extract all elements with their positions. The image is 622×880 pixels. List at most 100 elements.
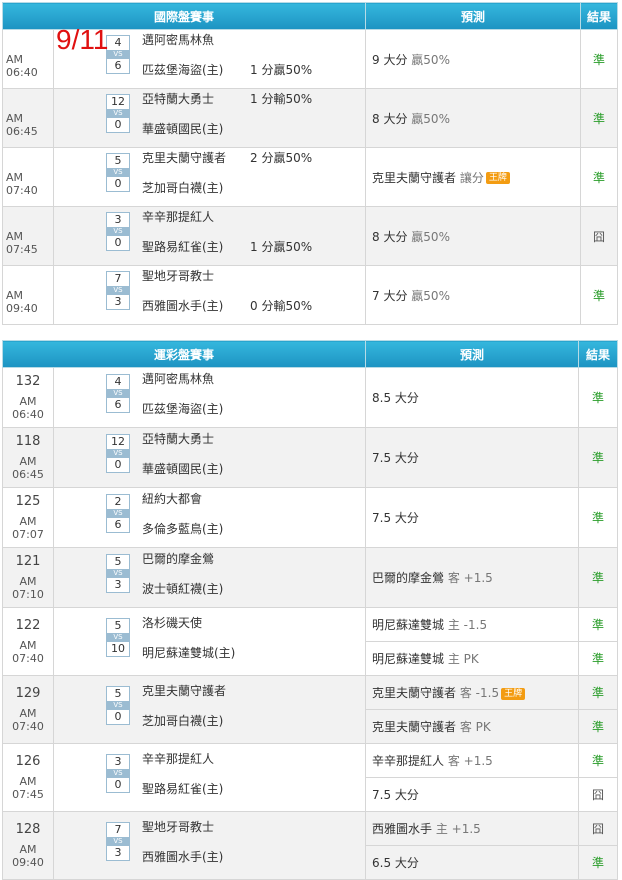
away-team[interactable]: 邁阿密馬林魚 — [142, 370, 214, 387]
match-time: AM 07:40 — [12, 707, 44, 733]
vs-label: VS — [107, 768, 129, 778]
away-team[interactable]: 亞特蘭大勇士 — [142, 90, 214, 107]
home-team[interactable]: 芝加哥白襪(主) — [142, 712, 223, 729]
away-team[interactable]: 紐約大都會 — [142, 490, 202, 507]
match-time: AM 06:45 — [6, 112, 38, 138]
away-team[interactable]: 邁阿密馬林魚 — [142, 31, 214, 48]
home-score: 0 — [114, 118, 122, 131]
home-team[interactable]: 多倫多藍鳥(主) — [142, 520, 223, 537]
away-score: 7 — [114, 272, 122, 285]
home-team[interactable]: 聖路易紅雀(主) — [142, 238, 223, 255]
match-cell: 7 VS 3 聖地牙哥教士 西雅圖水手(主) 0 分輸50% — [52, 265, 367, 325]
home-team[interactable]: 波士頓紅襪(主) — [142, 580, 223, 597]
away-team[interactable]: 克里夫蘭守護者 — [142, 149, 226, 166]
score-box: 5 VS 0 — [106, 685, 130, 725]
home-score: 0 — [114, 709, 122, 723]
prediction-detail: 贏50% — [411, 52, 450, 67]
handicap-result: 2 分贏50% — [250, 151, 313, 165]
away-team[interactable]: 辛辛那提紅人 — [142, 750, 214, 767]
ace-badge: 王牌 — [501, 687, 526, 700]
result-cell: 準 — [580, 88, 619, 148]
result-cell: 準 — [580, 265, 619, 325]
prediction-detail: 贏50% — [411, 111, 450, 126]
away-team[interactable]: 聖地牙哥教士 — [142, 267, 214, 284]
match-number: 126 — [15, 754, 41, 769]
prediction-detail: 客 +1.5 — [447, 571, 493, 585]
away-team[interactable]: 辛辛那提紅人 — [142, 208, 214, 225]
prediction-detail: 主 PK — [447, 652, 479, 666]
home-team[interactable]: 明尼蘇達雙城(主) — [142, 644, 235, 661]
prediction-cell: 巴爾的摩金鶯 客 +1.5 — [365, 547, 580, 608]
lottery-header-pred: 預測 — [365, 340, 580, 368]
home-team[interactable]: 芝加哥白襪(主) — [142, 179, 223, 196]
vs-label: VS — [107, 508, 129, 518]
result-cell: 準 — [580, 29, 619, 89]
prediction-text: 8 大分 — [372, 111, 408, 126]
home-team[interactable]: 華盛頓國民(主) — [142, 120, 223, 137]
away-team[interactable]: 亞特蘭大勇士 — [142, 430, 214, 447]
home-team[interactable]: 華盛頓國民(主) — [142, 460, 223, 477]
vs-label: VS — [107, 286, 129, 295]
home-team[interactable]: 匹茲堡海盜(主) — [142, 400, 223, 417]
intl-row: AM 09:40 7 VS 3 聖地牙哥教士 西雅圖水手(主) 0 分輸50% 7 大分 贏5… — [2, 265, 619, 325]
lottery-row: 126 AM 07:45 3 VS 0 辛辛那提紅人 聖路易紅雀(主) 辛辛那提紅人 客 +1… — [2, 743, 619, 812]
match-info: 7 VS 3 聖地牙哥教士 西雅圖水手(主) — [54, 812, 365, 879]
away-score: 12 — [111, 434, 125, 448]
vs-label: VS — [107, 388, 129, 398]
score-box: 12 VS 0 — [106, 433, 130, 473]
match-cell: 7 VS 3 聖地牙哥教士 西雅圖水手(主) — [52, 811, 367, 880]
away-team[interactable]: 巴爾的摩金鶯 — [142, 550, 214, 567]
score-box: 2 VS 6 — [106, 493, 130, 533]
score-box: 7 VS 3 — [106, 821, 130, 861]
away-score: 4 — [114, 36, 122, 49]
result-cell: 準 — [578, 427, 619, 488]
match-time: AM 06:45 — [12, 455, 44, 481]
match-info: 5 VS 0 克里夫蘭守護者 芝加哥白襪(主) — [54, 676, 365, 743]
match-number: 122 — [15, 618, 41, 633]
home-team[interactable]: 西雅圖水手(主) — [142, 297, 223, 314]
score-box: 3 VS 0 — [106, 753, 130, 793]
prediction-text: 7.5 大分 — [372, 511, 419, 525]
prediction-detail: 客 -1.5 — [459, 686, 500, 700]
home-team[interactable]: 聖路易紅雀(主) — [142, 780, 223, 797]
away-team[interactable]: 洛杉磯天使 — [142, 614, 202, 631]
match-time-cell: 129 AM 07:40 — [2, 675, 54, 744]
away-team[interactable]: 聖地牙哥教士 — [142, 818, 214, 835]
match-info: 5 VS 0 克里夫蘭守護者 芝加哥白襪(主) 2 分贏50% — [54, 148, 365, 206]
match-time-cell: 128 AM 09:40 — [2, 811, 54, 880]
match-info: 5 VS 10 洛杉磯天使 明尼蘇達雙城(主) — [54, 608, 365, 675]
home-score: 6 — [114, 59, 122, 72]
score-box: 7 VS 3 — [106, 271, 130, 310]
handicap-result: 1 分贏50% — [250, 240, 313, 254]
match-time: AM 07:40 — [12, 639, 44, 665]
home-team[interactable]: 匹茲堡海盜(主) — [142, 61, 223, 78]
match-info: 3 VS 0 辛辛那提紅人 聖路易紅雀(主) — [54, 744, 365, 811]
vs-label: VS — [107, 632, 129, 642]
away-score: 5 — [114, 686, 122, 700]
intl-row: AM 07:40 5 VS 0 克里夫蘭守護者 芝加哥白襪(主) 2 分贏50% 克里夫蘭守護… — [2, 147, 619, 207]
match-cell: 2 VS 6 紐約大都會多倫多藍鳥(主) — [52, 487, 367, 548]
lottery-header-result: 結果 — [578, 340, 619, 368]
result-cell: 準 — [578, 487, 619, 548]
lottery-row: 118 AM 06:45 12 VS 0 亞特蘭大勇士 華盛頓國民(主) 7.5 大分 準 — [2, 427, 619, 488]
home-team[interactable]: 西雅圖水手(主) — [142, 848, 223, 865]
prediction-cell: 7 大分 贏50% — [365, 265, 582, 325]
prediction-text: 西雅圖水手 — [372, 822, 433, 836]
match-info: 4 VS 6 邁阿密馬林魚 匹茲堡海盜(主) — [54, 368, 365, 427]
prediction-text: 克里夫蘭守護者 — [372, 720, 457, 734]
away-team[interactable]: 克里夫蘭守護者 — [142, 682, 226, 699]
match-cell: 3 VS 0 辛辛那提紅人 聖路易紅雀(主) 1 分贏50% — [52, 206, 367, 266]
prediction-text: 明尼蘇達雙城 — [372, 652, 445, 666]
prediction-cell: 克里夫蘭守護者 讓分 王牌 — [365, 147, 582, 207]
match-time: AM 07:07 — [12, 515, 44, 541]
prediction-text: 8 大分 — [372, 229, 408, 244]
match-time-cell: AM 06:40 — [2, 29, 54, 89]
away-score: 5 — [114, 618, 122, 632]
prediction-cell: 明尼蘇達雙城 主 -1.5 — [365, 607, 580, 642]
match-time: AM 09:40 — [6, 289, 38, 315]
vs-label: VS — [107, 168, 129, 177]
home-score: 6 — [114, 397, 122, 411]
home-score: 3 — [114, 577, 122, 591]
result-cell: 準 — [578, 607, 619, 642]
away-score: 2 — [114, 494, 122, 508]
